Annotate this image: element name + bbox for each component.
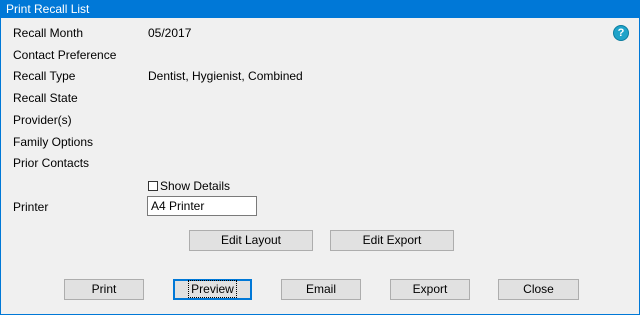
print-button[interactable]: Print (64, 279, 144, 300)
edit-layout-label: Edit Layout (220, 233, 282, 247)
recall-type-label: Recall Type (13, 69, 76, 83)
preview-label: Preview (188, 280, 237, 298)
checkbox-box[interactable] (148, 181, 158, 191)
email-label: Email (305, 282, 336, 296)
providers-label: Provider(s) (13, 113, 72, 127)
close-label: Close (523, 282, 554, 296)
export-button[interactable]: Export (390, 279, 470, 300)
print-label: Print (91, 282, 117, 296)
help-icon[interactable]: ? (613, 25, 629, 41)
printer-label: Printer (13, 200, 49, 214)
contact-preference-label: Contact Preference (13, 48, 117, 62)
recall-type-value: Dentist, Hygienist, Combined (148, 69, 303, 83)
prior-contacts-label: Prior Contacts (13, 156, 90, 170)
edit-layout-button[interactable]: Edit Layout (189, 230, 313, 251)
edit-export-button[interactable]: Edit Export (330, 230, 454, 251)
family-options-label: Family Options (13, 135, 94, 149)
export-label: Export (412, 282, 448, 296)
window-title: Print Recall List (1, 0, 640, 18)
printer-field[interactable]: A4 Printer (147, 196, 257, 216)
close-button[interactable]: Close (498, 279, 579, 300)
preview-button[interactable]: Preview (173, 279, 252, 300)
edit-export-label: Edit Export (362, 233, 422, 247)
recall-month-label: Recall Month (13, 26, 84, 40)
recall-month-value: 05/2017 (148, 26, 192, 40)
print-recall-list-dialog: Print Recall List ? Recall Month 05/2017… (0, 0, 640, 315)
recall-state-label: Recall State (13, 91, 78, 105)
show-details-checkbox[interactable]: Show Details (148, 179, 230, 193)
email-button[interactable]: Email (281, 279, 361, 300)
show-details-label: Show Details (160, 179, 231, 193)
